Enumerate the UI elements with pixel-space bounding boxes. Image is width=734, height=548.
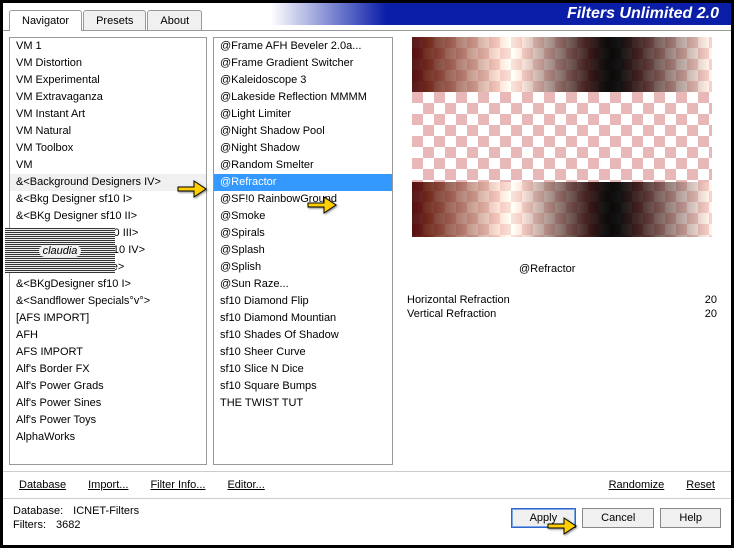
tab-navigator[interactable]: Navigator <box>9 10 82 31</box>
db-label: Database: <box>13 505 63 517</box>
filter-item[interactable]: @Spirals <box>214 225 392 242</box>
category-item[interactable]: &<Background Designers IV> <box>10 174 206 191</box>
filter-item[interactable]: @Kaleidoscope 3 <box>214 72 392 89</box>
footer-info: Database: ICNET-Filters Filters: 3682 <box>13 505 139 531</box>
filters-label: Filters: <box>13 519 46 531</box>
category-item[interactable]: [AFS IMPORT] <box>10 310 206 327</box>
editor-button[interactable]: Editor... <box>219 479 272 491</box>
filter-item[interactable]: @Splish <box>214 259 392 276</box>
filter-item[interactable]: @Sun Raze... <box>214 276 392 293</box>
category-item[interactable]: AlphaWorks <box>10 429 206 446</box>
preview-panel: claudia @Refractor Horizontal Refraction… <box>399 37 725 465</box>
param-label: Vertical Refraction <box>407 308 496 320</box>
preview-area <box>399 37 725 257</box>
footer: Database: ICNET-Filters Filters: 3682 Ap… <box>3 499 731 537</box>
category-item[interactable]: VM <box>10 157 206 174</box>
import-button[interactable]: Import... <box>80 479 136 491</box>
category-item[interactable]: AFH <box>10 327 206 344</box>
category-item[interactable]: Alf's Border FX <box>10 361 206 378</box>
reset-button[interactable]: Reset <box>678 479 723 491</box>
apply-button[interactable]: Apply <box>511 508 577 528</box>
filter-item[interactable]: @Splash <box>214 242 392 259</box>
tab-strip: Navigator Presets About <box>9 10 203 31</box>
category-item[interactable]: &<BKg Designer sf10 II> <box>10 208 206 225</box>
category-item[interactable]: VM Extravaganza <box>10 89 206 106</box>
filter-item[interactable]: sf10 Slice N Dice <box>214 361 392 378</box>
preview-image <box>412 37 712 237</box>
filter-item[interactable]: sf10 Shades Of Shadow <box>214 327 392 344</box>
filter-item[interactable]: @Refractor <box>214 174 392 191</box>
filter-item[interactable]: sf10 Diamond Mountian <box>214 310 392 327</box>
database-button[interactable]: Database <box>11 479 74 491</box>
param-row[interactable]: Horizontal Refraction 20 <box>399 293 725 307</box>
category-item[interactable]: AFS IMPORT <box>10 344 206 361</box>
help-button[interactable]: Help <box>660 508 721 528</box>
filter-item[interactable]: @Lakeside Reflection MMMM <box>214 89 392 106</box>
param-value: 20 <box>705 308 717 320</box>
main-area: VM 1VM DistortionVM ExperimentalVM Extra… <box>3 31 731 471</box>
filters-value: 3682 <box>56 519 80 531</box>
category-item[interactable]: VM Instant Art <box>10 106 206 123</box>
cancel-button[interactable]: Cancel <box>582 508 654 528</box>
filter-item[interactable]: THE TWIST TUT <box>214 395 392 412</box>
param-row[interactable]: Vertical Refraction 20 <box>399 307 725 321</box>
filter-item[interactable]: sf10 Square Bumps <box>214 378 392 395</box>
category-item[interactable]: Alf's Power Toys <box>10 412 206 429</box>
filter-item[interactable]: @Random Smelter <box>214 157 392 174</box>
randomize-button[interactable]: Randomize <box>601 479 673 491</box>
category-item[interactable]: &<BKgDesigner sf10 I> <box>10 276 206 293</box>
selected-filter-name: @Refractor <box>519 263 575 275</box>
header-bar: Navigator Presets About Filters Unlimite… <box>3 3 731 31</box>
app-title: Filters Unlimited 2.0 <box>271 3 731 25</box>
param-label: Horizontal Refraction <box>407 294 510 306</box>
category-item[interactable]: Alf's Power Grads <box>10 378 206 395</box>
category-item[interactable]: VM Natural <box>10 123 206 140</box>
db-value: ICNET-Filters <box>73 505 139 517</box>
filter-name-row: @Refractor <box>399 263 725 275</box>
filter-item[interactable]: @SF!0 RainbowGround <box>214 191 392 208</box>
tab-presets[interactable]: Presets <box>83 10 146 31</box>
param-value: 20 <box>705 294 717 306</box>
filter-info-button[interactable]: Filter Info... <box>142 479 213 491</box>
filter-item[interactable]: sf10 Diamond Flip <box>214 293 392 310</box>
filter-item[interactable]: @Night Shadow <box>214 140 392 157</box>
category-item[interactable]: VM Toolbox <box>10 140 206 157</box>
category-item[interactable]: &<Sandflower Specials°v°> <box>10 293 206 310</box>
parameter-list: Horizontal Refraction20Vertical Refracti… <box>399 293 725 321</box>
filter-item[interactable]: @Light Limiter <box>214 106 392 123</box>
filter-list[interactable]: @Frame AFH Beveler 2.0a...@Frame Gradien… <box>213 37 393 465</box>
filter-item[interactable]: @Frame AFH Beveler 2.0a... <box>214 38 392 55</box>
category-item[interactable]: VM Experimental <box>10 72 206 89</box>
filter-item[interactable]: @Smoke <box>214 208 392 225</box>
filter-item[interactable]: @Frame Gradient Switcher <box>214 55 392 72</box>
toolbar-row: Database Import... Filter Info... Editor… <box>3 471 731 499</box>
filter-item[interactable]: @Night Shadow Pool <box>214 123 392 140</box>
category-item[interactable]: VM Distortion <box>10 55 206 72</box>
footer-buttons: Apply Cancel Help <box>511 508 721 528</box>
category-item[interactable]: &<Bkg Designer sf10 I> <box>10 191 206 208</box>
category-item[interactable]: VM 1 <box>10 38 206 55</box>
tab-about[interactable]: About <box>147 10 202 31</box>
filter-item[interactable]: sf10 Sheer Curve <box>214 344 392 361</box>
category-item[interactable]: Alf's Power Sines <box>10 395 206 412</box>
